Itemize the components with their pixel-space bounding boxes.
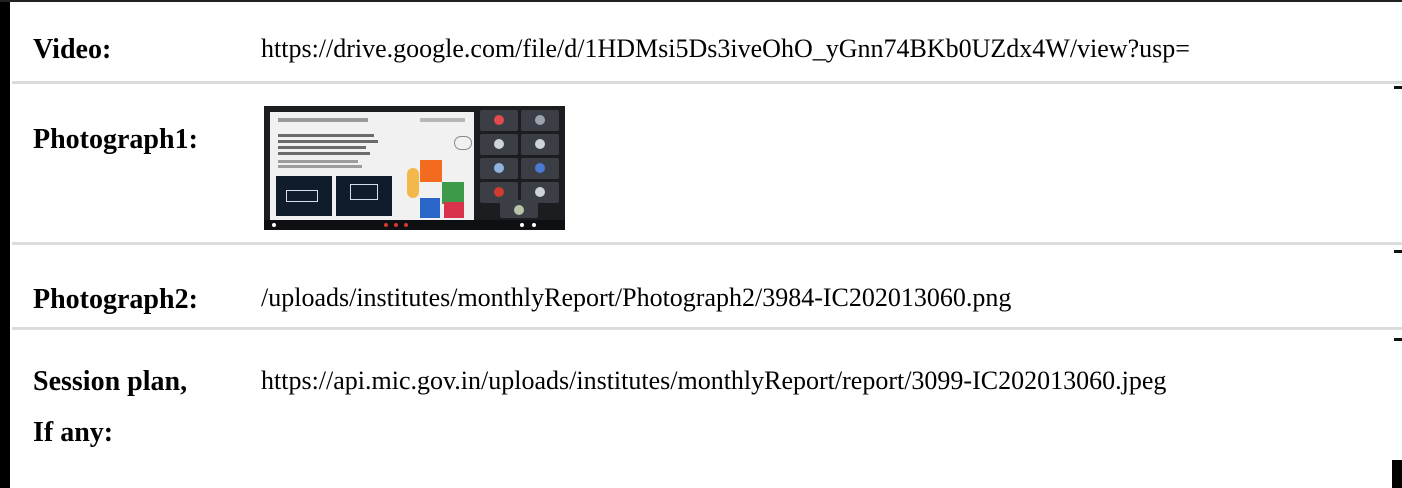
video-link[interactable]: https://drive.google.com/file/d/1HDMsi5D…	[261, 34, 1402, 64]
row-divider	[12, 242, 1402, 245]
row-divider	[12, 327, 1402, 330]
photograph2-path[interactable]: /uploads/institutes/monthlyReport/Photog…	[261, 283, 1391, 313]
presentation-slide	[270, 112, 474, 220]
left-frame-border	[0, 0, 10, 488]
edge-mark	[1394, 338, 1402, 341]
session-plan-label-line1: Session plan,	[33, 366, 188, 397]
session-plan-label-line2: If any:	[33, 417, 114, 448]
video-card-icon	[336, 176, 392, 216]
photograph1-thumbnail[interactable]	[264, 106, 565, 230]
meeting-toolbar	[264, 220, 565, 230]
row-divider	[12, 81, 1402, 84]
photograph1-label: Photograph1:	[33, 124, 198, 155]
edge-mark	[1394, 250, 1402, 253]
photograph2-label: Photograph2:	[33, 284, 198, 315]
corner-block	[1392, 460, 1402, 488]
top-frame-border	[0, 0, 1402, 2]
edge-mark	[1394, 86, 1402, 89]
person-illustration-icon	[407, 168, 419, 198]
session-plan-link[interactable]: https://api.mic.gov.in/uploads/institute…	[261, 366, 1391, 396]
illustration-block-icon	[420, 160, 442, 182]
video-card-icon	[276, 176, 332, 216]
video-label: Video:	[33, 34, 112, 65]
